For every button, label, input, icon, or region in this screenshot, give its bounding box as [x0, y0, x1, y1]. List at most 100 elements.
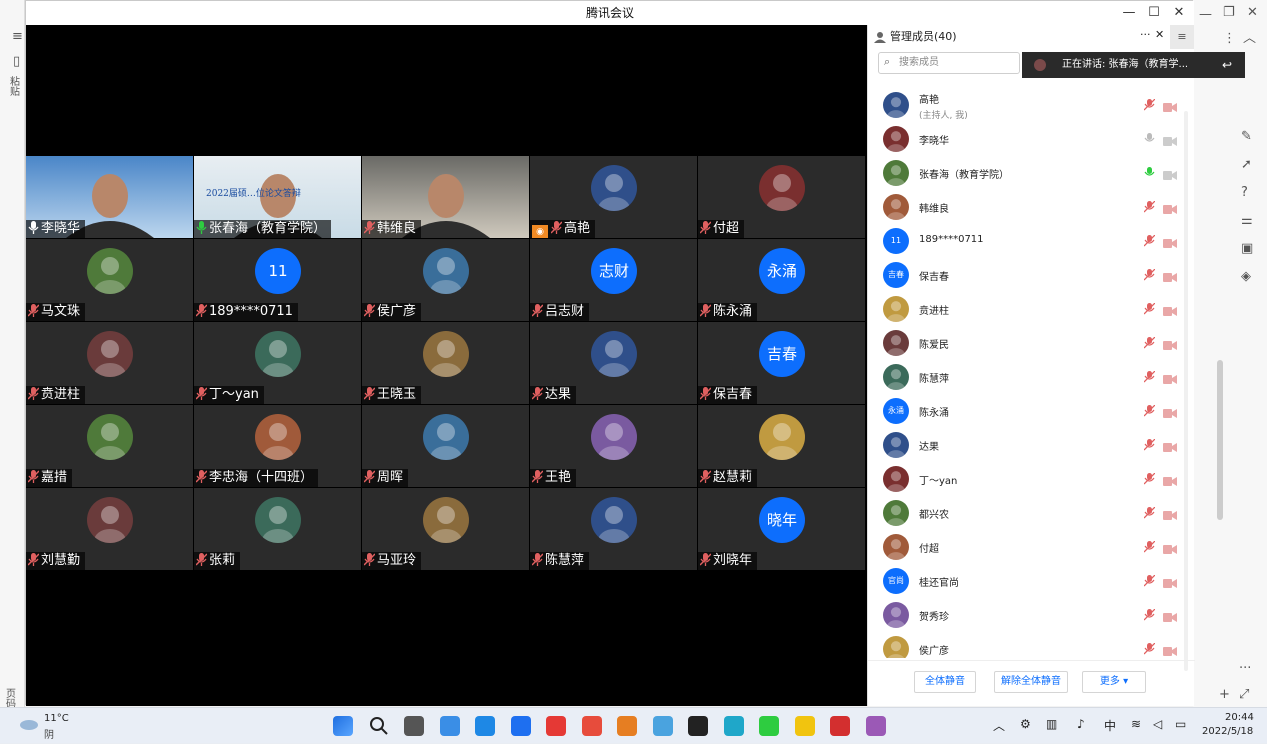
member-row[interactable]: 陈慧萍: [868, 360, 1178, 394]
mic-muted-icon[interactable]: [1143, 336, 1156, 349]
close-icon[interactable]: ✕: [1247, 6, 1258, 19]
pen-icon[interactable]: ✎: [1241, 130, 1252, 143]
participant-tile[interactable]: 永涌 陈永涌: [698, 239, 865, 321]
maximize-button[interactable]: ☐: [1141, 1, 1167, 25]
mic-muted-icon[interactable]: [1143, 98, 1156, 111]
mute-all-button[interactable]: 全体静音: [914, 671, 976, 693]
mic-muted-icon[interactable]: [363, 553, 376, 566]
pen-tablet-icon[interactable]: ▥: [1046, 717, 1057, 731]
mic-muted-icon[interactable]: [531, 553, 544, 566]
mic-muted-icon[interactable]: [699, 553, 712, 566]
wifi-icon[interactable]: ≋: [1131, 717, 1141, 731]
office-app-icon[interactable]: [617, 716, 637, 736]
mic-muted-icon[interactable]: [1143, 574, 1156, 587]
member-row[interactable]: 达果: [868, 428, 1178, 462]
camera-off-icon[interactable]: [1163, 645, 1177, 656]
participant-tile[interactable]: ◉ 高艳: [530, 156, 697, 238]
camera-off-icon[interactable]: [1163, 135, 1177, 146]
member-row[interactable]: 永涌 陈永涌: [868, 394, 1178, 428]
member-row[interactable]: 丁～yan: [868, 462, 1178, 496]
member-row[interactable]: 李晓华: [868, 122, 1178, 156]
more-dots-icon[interactable]: ···: [1239, 662, 1251, 675]
camera-off-icon[interactable]: [1163, 543, 1177, 554]
member-row[interactable]: 付超: [868, 530, 1178, 564]
camera-off-icon[interactable]: [1163, 101, 1177, 112]
help-icon[interactable]: ?: [1241, 186, 1248, 199]
camera-off-icon[interactable]: [1163, 373, 1177, 384]
minimize-button[interactable]: —: [1116, 1, 1142, 25]
mic-muted-icon[interactable]: [195, 553, 208, 566]
participant-tile[interactable]: 李晓华: [26, 156, 193, 238]
mic-icon[interactable]: [1144, 167, 1155, 179]
mic-muted-icon[interactable]: [531, 387, 544, 400]
camera-off-icon[interactable]: [1163, 577, 1177, 588]
mic-muted-icon[interactable]: [195, 387, 208, 400]
menu-icon[interactable]: ≡: [12, 30, 23, 43]
tencent-meeting-icon[interactable]: [510, 716, 531, 736]
more-vertical-icon[interactable]: ⋮: [1223, 32, 1236, 45]
mic-muted-icon[interactable]: [1143, 506, 1156, 519]
clock-date[interactable]: 2022/5/18: [1202, 726, 1253, 737]
mic-muted-icon[interactable]: [1143, 370, 1156, 383]
participant-tile[interactable]: 达果: [530, 322, 697, 404]
mic-muted-icon[interactable]: [1143, 302, 1156, 315]
image-icon[interactable]: ▣: [1241, 242, 1253, 255]
more-button[interactable]: 更多 ▾: [1082, 671, 1146, 693]
media-app-icon[interactable]: [865, 716, 886, 736]
mic-muted-icon[interactable]: [363, 221, 376, 234]
mic-muted-icon[interactable]: [531, 304, 544, 317]
camera-off-icon[interactable]: [1163, 271, 1177, 282]
mic-muted-icon[interactable]: [1143, 438, 1156, 451]
participant-tile[interactable]: 王艳: [530, 405, 697, 487]
camera-off-icon[interactable]: [1163, 407, 1177, 418]
participant-tile[interactable]: 刘慧勤: [26, 488, 193, 570]
participant-tile[interactable]: 马文珠: [26, 239, 193, 321]
mic-muted-icon[interactable]: [1143, 608, 1156, 621]
camera-off-icon[interactable]: [1163, 339, 1177, 350]
unmute-all-button[interactable]: 解除全体静音: [994, 671, 1068, 693]
participant-tile[interactable]: 李忠海（十四班）: [194, 405, 361, 487]
qq-icon[interactable]: [688, 716, 708, 736]
member-row[interactable]: 吉春 保吉春: [868, 258, 1178, 292]
mic-muted-icon[interactable]: [1143, 642, 1156, 655]
chevron-up-icon[interactable]: ︿: [993, 717, 1005, 734]
camera-off-icon[interactable]: [1163, 237, 1177, 248]
panel-close-icon[interactable]: ✕: [1155, 28, 1164, 41]
chevron-up-icon[interactable]: ︿: [1243, 32, 1256, 45]
participant-tile[interactable]: 王晓玉: [362, 322, 529, 404]
clock-time[interactable]: 20:44: [1225, 712, 1254, 723]
mic-muted-icon[interactable]: [699, 304, 712, 317]
camera-off-icon[interactable]: [1163, 203, 1177, 214]
member-row[interactable]: 都兴农: [868, 496, 1178, 530]
mic-muted-icon[interactable]: [1143, 404, 1156, 417]
member-row[interactable]: 高艳 (主持人, 我): [868, 88, 1178, 122]
browser-app-icon[interactable]: [652, 716, 673, 736]
cursor-icon[interactable]: ➚: [1241, 158, 1252, 171]
sliders-icon[interactable]: ⚌: [1241, 214, 1253, 227]
participant-tile[interactable]: 志财 吕志财: [530, 239, 697, 321]
mic-muted-icon[interactable]: [699, 470, 712, 483]
participant-tile[interactable]: 马亚玲: [362, 488, 529, 570]
fullscreen-icon[interactable]: ⤢: [1239, 688, 1249, 701]
mic-muted-icon[interactable]: [1143, 200, 1156, 213]
member-row[interactable]: 贺秀珍: [868, 598, 1178, 632]
mic-muted-icon[interactable]: [195, 470, 208, 483]
member-row[interactable]: 贲进柱: [868, 292, 1178, 326]
mic-muted-icon[interactable]: [363, 387, 376, 400]
participant-tile[interactable]: 晓年 刘晓年: [698, 488, 865, 570]
member-row[interactable]: 11 189****0711: [868, 224, 1178, 258]
volume-icon[interactable]: ◁: [1153, 717, 1162, 731]
app-icon[interactable]: [475, 716, 495, 736]
member-row[interactable]: 韩维良: [868, 190, 1178, 224]
participant-tile[interactable]: 丁～yan: [194, 322, 361, 404]
ime-indicator[interactable]: 中: [1104, 717, 1116, 734]
participant-tile[interactable]: 嘉措: [26, 405, 193, 487]
mic-icon[interactable]: [1144, 133, 1155, 145]
camera-off-icon[interactable]: [1163, 509, 1177, 520]
video-app-icon[interactable]: [546, 716, 566, 736]
search-icon[interactable]: [369, 716, 389, 736]
mic-muted-icon[interactable]: [699, 221, 712, 234]
calendar-app-icon[interactable]: [581, 716, 602, 736]
mic-muted-icon[interactable]: [550, 221, 563, 234]
search-input[interactable]: ⌕ 搜索成员: [878, 52, 1020, 74]
